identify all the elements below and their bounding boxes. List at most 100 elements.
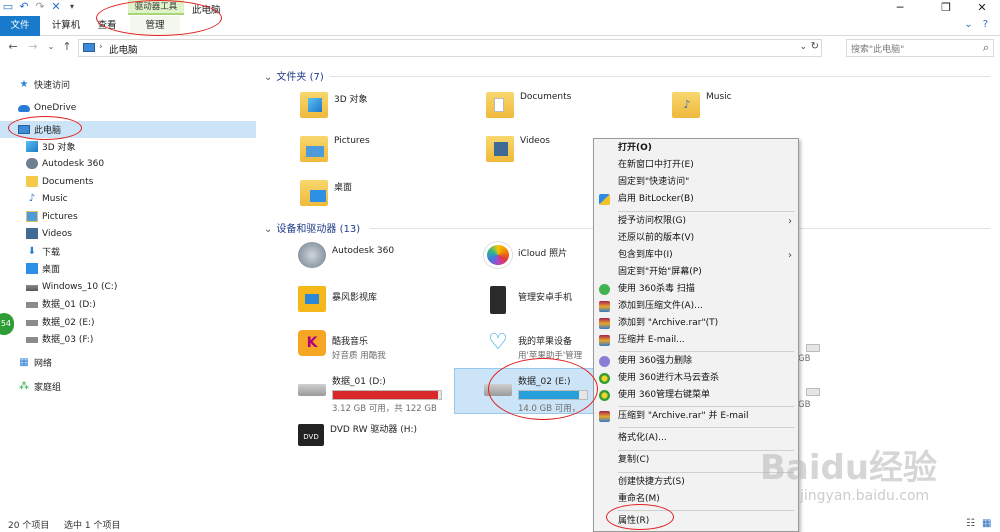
menu-item-label: 授予访问权限(G) bbox=[618, 216, 686, 226]
address-bar[interactable]: › 此电脑 ⌄ ↻ bbox=[78, 39, 822, 57]
sidebar-item-autodesk[interactable]: Autodesk 360 bbox=[0, 155, 256, 172]
redo-icon[interactable]: ↷ bbox=[34, 1, 46, 13]
menu-item-add-archive-rar[interactable]: 添加到 "Archive.rar"(T) bbox=[594, 315, 798, 332]
menu-item-pin-quick-access[interactable]: 固定到"快速访问" bbox=[594, 174, 798, 191]
customize-dropdown-icon[interactable]: ▾ bbox=[66, 1, 78, 13]
folders-group-header[interactable]: ⌄ 文件夹 (7) bbox=[264, 68, 324, 83]
sidebar-item-documents[interactable]: Documents bbox=[0, 173, 256, 190]
tiles-view-icon[interactable]: ▦ bbox=[982, 518, 991, 529]
delete-icon[interactable]: ✕ bbox=[50, 1, 62, 13]
folder-item-documents[interactable]: Documents bbox=[486, 88, 571, 128]
menu-item-label: 压缩并 E-mail... bbox=[618, 335, 685, 345]
restore-button[interactable]: ❐ bbox=[926, 0, 966, 16]
sidebar-item-homegroup[interactable]: ⁂ 家庭组 bbox=[0, 378, 256, 395]
annotation-circle-drive-e bbox=[488, 358, 598, 420]
chevron-down-icon[interactable]: ⌄ bbox=[799, 42, 807, 52]
device-item-baofeng[interactable]: 暴风影视库 bbox=[298, 286, 377, 326]
device-item-drive-d[interactable]: 数据_01 (D:) 3.12 GB 可用，共 122 GB bbox=[298, 370, 442, 414]
sidebar-item-desktop[interactable]: 桌面 bbox=[0, 260, 256, 277]
menu-item-360-manage-menu[interactable]: 使用 360管理右键菜单 bbox=[594, 387, 798, 404]
menu-item-label: 启用 BitLocker(B) bbox=[618, 194, 694, 204]
cloud-icon bbox=[18, 105, 30, 112]
device-item-autodesk[interactable]: Autodesk 360 bbox=[298, 242, 394, 282]
folder-icon bbox=[300, 92, 328, 118]
sidebar-item-drive-d[interactable]: 数据_01 (D:) bbox=[0, 295, 256, 312]
winrar-icon bbox=[599, 301, 610, 312]
sidebar-item-quick-access[interactable]: ★ 快速访问 bbox=[0, 76, 256, 93]
menu-item-pin-start[interactable]: 固定到"开始"屏幕(P) bbox=[594, 264, 798, 281]
details-view-icon[interactable]: ☷ bbox=[966, 518, 975, 529]
menu-item-label: 添加到压缩文件(A)... bbox=[618, 301, 703, 311]
menu-separator bbox=[618, 211, 794, 212]
menu-item-add-archive[interactable]: 添加到压缩文件(A)... bbox=[594, 298, 798, 315]
folder-item-videos[interactable]: Videos bbox=[486, 132, 550, 172]
up-arrow-icon[interactable]: ↑ bbox=[60, 40, 74, 54]
menu-item-360-cloud-scan[interactable]: 使用 360进行木马云查杀 bbox=[594, 370, 798, 387]
sidebar-item-label: 3D 对象 bbox=[42, 143, 76, 153]
folder-name: Pictures bbox=[334, 136, 370, 146]
breadcrumb[interactable]: 此电脑 bbox=[109, 42, 138, 56]
menu-item-360-scan[interactable]: 使用 360杀毒 扫描 bbox=[594, 281, 798, 298]
search-input[interactable]: 搜索"此电脑" ⌕ bbox=[846, 39, 994, 57]
device-item-kuwo[interactable]: K 酷我音乐 好音质 用酷我 bbox=[298, 330, 386, 370]
sidebar-item-drive-f[interactable]: 数据_03 (F:) bbox=[0, 330, 256, 347]
chevron-down-icon: ⌄ bbox=[264, 224, 273, 235]
device-item-dvd[interactable]: DVD DVD RW 驱动器 (H:) bbox=[298, 418, 417, 458]
music-icon: ♪ bbox=[683, 98, 691, 111]
menu-item-restore-versions[interactable]: 还原以前的版本(V) bbox=[594, 230, 798, 247]
menu-item-open[interactable]: 打开(O) bbox=[594, 140, 798, 157]
menu-item-grant-access[interactable]: 授予访问权限(G) › bbox=[594, 213, 798, 230]
ribbon-expand-icon[interactable]: ⌄ bbox=[964, 19, 972, 30]
menu-item-bitlocker[interactable]: 启用 BitLocker(B) bbox=[594, 191, 798, 208]
menu-item-open-new-window[interactable]: 在新窗口中打开(E) bbox=[594, 157, 798, 174]
minimize-button[interactable]: ─ bbox=[880, 0, 920, 16]
help-icon[interactable]: ? bbox=[983, 19, 988, 30]
folder-item-desktop[interactable]: 桌面 bbox=[300, 176, 352, 216]
star-icon: ★ bbox=[19, 79, 29, 90]
back-arrow-icon[interactable]: ← bbox=[6, 40, 20, 54]
tab-file[interactable]: 文件 bbox=[0, 16, 40, 36]
recent-locations-icon[interactable]: ⌄ bbox=[44, 40, 58, 54]
menu-item-include-library[interactable]: 包含到库中(I) › bbox=[594, 247, 798, 264]
folder-icon bbox=[486, 92, 514, 118]
undo-icon[interactable]: ↶ bbox=[18, 1, 30, 13]
device-item-android[interactable]: 管理安卓手机 bbox=[484, 286, 572, 326]
sidebar-item-videos[interactable]: Videos bbox=[0, 225, 256, 242]
winrar-icon bbox=[599, 335, 610, 346]
devices-group-header[interactable]: ⌄ 设备和驱动器 (13) bbox=[264, 220, 360, 235]
menu-item-360-force-delete[interactable]: 使用 360强力删除 bbox=[594, 353, 798, 370]
item-count: 20 个项目 bbox=[8, 521, 50, 531]
sidebar-item-downloads[interactable]: ⬇ 下载 bbox=[0, 243, 256, 260]
sidebar-item-label: Videos bbox=[42, 228, 72, 239]
menu-separator bbox=[618, 427, 794, 428]
apple-helper-icon: ♡ bbox=[488, 330, 508, 355]
menu-item-label: 包含到库中(I) bbox=[618, 250, 673, 260]
device-item-icloud[interactable]: iCloud 照片 bbox=[484, 242, 567, 282]
folder-item-3d[interactable]: 3D 对象 bbox=[300, 88, 368, 128]
folder-item-pictures[interactable]: Pictures bbox=[300, 132, 370, 172]
drive-usage-bar bbox=[806, 388, 820, 396]
menu-item-compress-rar-email[interactable]: 压缩到 "Archive.rar" 并 E-mail bbox=[594, 408, 798, 425]
forward-arrow-icon[interactable]: → bbox=[26, 40, 40, 54]
sidebar-item-label: 家庭组 bbox=[34, 383, 62, 393]
sidebar-item-pictures[interactable]: Pictures bbox=[0, 208, 256, 225]
folder-icon bbox=[26, 176, 38, 187]
sidebar-item-onedrive[interactable]: OneDrive bbox=[0, 99, 256, 116]
close-button[interactable]: ✕ bbox=[962, 0, 1000, 16]
sidebar-item-drive-e[interactable]: 数据_02 (E:) bbox=[0, 313, 256, 330]
sidebar-item-label: 数据_02 (E:) bbox=[42, 318, 95, 328]
drive-free-space: GB bbox=[798, 400, 811, 410]
icloud-photos-icon bbox=[484, 242, 512, 268]
group-title-label: 设备和驱动器 (13) bbox=[276, 224, 361, 235]
menu-item-compress-email[interactable]: 压缩并 E-mail... bbox=[594, 332, 798, 349]
group-divider bbox=[330, 76, 990, 77]
sidebar-item-music[interactable]: ♪ Music bbox=[0, 190, 256, 207]
refresh-icon[interactable]: ↻ bbox=[811, 41, 819, 52]
sidebar-item-3d-objects[interactable]: 3D 对象 bbox=[0, 138, 256, 155]
tab-computer[interactable]: 计算机 bbox=[46, 16, 86, 36]
sidebar-item-drive-c[interactable]: Windows_10 (C:) bbox=[0, 278, 256, 295]
sidebar-item-label: 数据_01 (D:) bbox=[42, 300, 96, 310]
sidebar-item-network[interactable]: ▦ 网络 bbox=[0, 354, 256, 371]
search-icon[interactable]: ⌕ bbox=[983, 41, 989, 55]
folder-item-music[interactable]: ♪ Music bbox=[672, 88, 732, 128]
